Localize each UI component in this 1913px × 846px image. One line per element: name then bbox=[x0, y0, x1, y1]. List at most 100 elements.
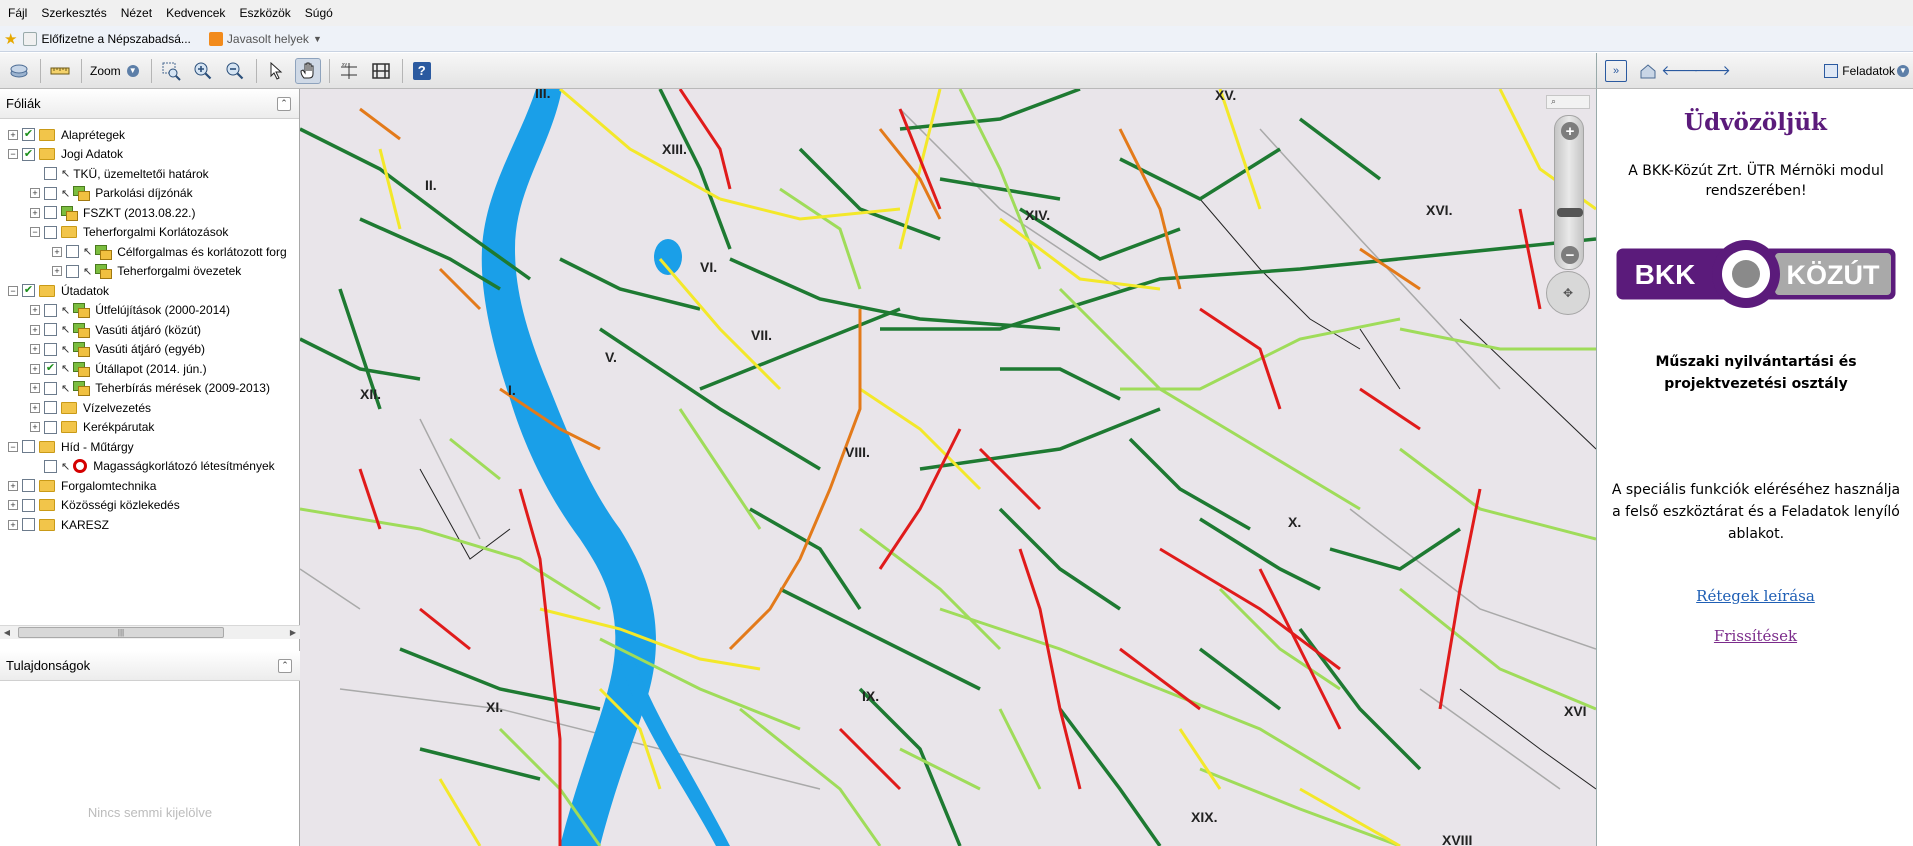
layer-visibility-checkbox[interactable] bbox=[22, 518, 35, 532]
zoom-rectangle-icon[interactable] bbox=[158, 58, 184, 84]
layer-visibility-checkbox[interactable] bbox=[22, 479, 35, 493]
expand-node-icon[interactable]: + bbox=[52, 246, 62, 257]
layer-tree-node[interactable]: ↖ TKÜ, üzemeltetői határok bbox=[0, 164, 299, 184]
expand-node-icon[interactable]: + bbox=[30, 363, 40, 374]
layer-tree-node[interactable]: + ↖ Vasúti átjáró (közút) bbox=[0, 320, 299, 340]
expand-node-icon[interactable]: + bbox=[52, 266, 62, 277]
scrollbar-thumb[interactable]: ||| bbox=[18, 627, 224, 638]
layer-visibility-checkbox[interactable] bbox=[44, 225, 57, 239]
coordinate-icon[interactable]: xy bbox=[336, 58, 362, 84]
menu-view[interactable]: Nézet bbox=[117, 6, 162, 20]
layer-visibility-checkbox[interactable] bbox=[66, 245, 79, 259]
zoom-slider-handle[interactable] bbox=[1557, 208, 1583, 217]
expand-node-icon[interactable]: + bbox=[8, 129, 18, 140]
expand-node-icon[interactable]: + bbox=[30, 383, 40, 394]
layer-tree-node[interactable]: + Kerékpárutak bbox=[0, 418, 299, 438]
layer-visibility-checkbox[interactable] bbox=[44, 186, 57, 200]
help-button[interactable]: ? bbox=[409, 58, 435, 84]
layer-tree-node[interactable]: + ↖ Parkolási díjzónák bbox=[0, 184, 299, 204]
layer-tree-node[interactable]: + ✔ ↖ Útállapot (2014. jún.) bbox=[0, 359, 299, 379]
menu-edit[interactable]: Szerkesztés bbox=[37, 6, 116, 20]
layer-visibility-checkbox[interactable] bbox=[44, 459, 57, 473]
favorite-link-nepszabadsag[interactable]: Előfizetne a Népszabadsá... bbox=[23, 31, 191, 46]
menu-help[interactable]: Súgó bbox=[301, 6, 343, 20]
layer-tree-node[interactable]: ↖ Magasságkorlátozó létesítmények bbox=[0, 457, 299, 477]
favorite-link-suggested-sites[interactable]: Javasolt helyek ▼ bbox=[208, 31, 322, 46]
zoom-plus-icon[interactable]: + bbox=[1561, 122, 1579, 140]
layer-tree-node[interactable]: + Vízelvezetés bbox=[0, 398, 299, 418]
collapse-node-icon[interactable]: − bbox=[8, 441, 18, 452]
layer-tree-node[interactable]: − ✔ Jogi Adatok bbox=[0, 145, 299, 165]
map-zoom-slider[interactable]: + − bbox=[1554, 115, 1584, 270]
layers-refresh-icon[interactable] bbox=[6, 58, 32, 84]
collapse-icon[interactable]: ⌃ bbox=[277, 96, 291, 111]
pan-control-icon[interactable]: ✥ bbox=[1546, 271, 1590, 315]
expand-node-icon[interactable]: + bbox=[30, 324, 40, 335]
layer-visibility-checkbox[interactable] bbox=[22, 498, 35, 512]
expand-node-icon[interactable]: + bbox=[30, 305, 40, 316]
home-icon[interactable] bbox=[1637, 60, 1659, 82]
map-search-input[interactable]: ⌕ bbox=[1546, 95, 1590, 109]
menu-tools[interactable]: Eszközök bbox=[235, 6, 300, 20]
layer-visibility-checkbox[interactable]: ✔ bbox=[22, 284, 35, 298]
layer-tree-node[interactable]: − ✔ Útadatok bbox=[0, 281, 299, 301]
favorites-star-icon[interactable]: ★ bbox=[4, 30, 17, 48]
expand-node-icon[interactable]: + bbox=[30, 207, 40, 218]
layer-description-link[interactable]: Rétegek leírása bbox=[1597, 587, 1913, 605]
layer-visibility-checkbox[interactable] bbox=[44, 342, 57, 356]
scroll-right-icon[interactable]: ▶ bbox=[286, 628, 300, 637]
collapse-node-icon[interactable]: − bbox=[30, 227, 40, 238]
layer-visibility-checkbox[interactable] bbox=[22, 440, 35, 454]
map-canvas[interactable]: III. II. XIII. XV. XIV. XVI. VI. VII. V.… bbox=[300, 89, 1596, 846]
layer-tree-node[interactable]: + FSZKT (2013.08.22.) bbox=[0, 203, 299, 223]
collapse-node-icon[interactable]: − bbox=[8, 285, 18, 296]
layer-tree-node[interactable]: − Híd - Műtárgy bbox=[0, 437, 299, 457]
expand-node-icon[interactable]: + bbox=[30, 402, 40, 413]
layer-tree-node[interactable]: − Teherforgalmi Korlátozások bbox=[0, 223, 299, 243]
layer-tree-node[interactable]: + ↖ Vasúti átjáró (egyéb) bbox=[0, 340, 299, 360]
layer-tree-node[interactable]: + ↖ Célforgalmas és korlátozott forg bbox=[0, 242, 299, 262]
layer-visibility-checkbox[interactable] bbox=[66, 264, 79, 278]
expand-node-icon[interactable]: + bbox=[30, 344, 40, 355]
tasks-dropdown[interactable]: Feladatok ▼ bbox=[1824, 63, 1909, 78]
horizontal-scrollbar[interactable]: ◀ ||| ▶ bbox=[0, 625, 300, 639]
expand-node-icon[interactable]: + bbox=[8, 519, 18, 530]
menu-favorites[interactable]: Kedvencek bbox=[162, 6, 235, 20]
layer-visibility-checkbox[interactable] bbox=[44, 303, 57, 317]
layer-tree-node[interactable]: + KARESZ bbox=[0, 515, 299, 535]
zoom-minus-icon[interactable]: − bbox=[1561, 246, 1579, 264]
zoom-dropdown[interactable]: Zoom ▼ bbox=[90, 64, 139, 78]
layer-tree-node[interactable]: + ↖ Teherbírás mérések (2009-2013) bbox=[0, 379, 299, 399]
layer-tree-node[interactable]: + ✔ Alaprétegek bbox=[0, 125, 299, 145]
forward-arrow-icon[interactable]: 🡒 bbox=[1693, 60, 1731, 82]
scroll-left-icon[interactable]: ◀ bbox=[0, 628, 14, 637]
pan-hand-icon[interactable] bbox=[294, 57, 321, 84]
select-arrow-icon[interactable] bbox=[263, 58, 289, 84]
layer-tree-node[interactable]: + Forgalomtechnika bbox=[0, 476, 299, 496]
expand-node-icon[interactable]: + bbox=[30, 188, 40, 199]
expand-node-icon[interactable]: + bbox=[30, 422, 40, 433]
measure-icon[interactable] bbox=[47, 58, 73, 84]
expand-node-icon[interactable]: + bbox=[8, 500, 18, 511]
layer-visibility-checkbox[interactable] bbox=[44, 323, 57, 337]
updates-link[interactable]: Frissítések bbox=[1597, 627, 1913, 645]
layer-tree-node[interactable]: + ↖ Teherforgalmi övezetek bbox=[0, 262, 299, 282]
layer-visibility-checkbox[interactable]: ✔ bbox=[22, 128, 35, 142]
back-arrow-icon[interactable]: 🡐 bbox=[1661, 60, 1699, 82]
layer-visibility-checkbox[interactable] bbox=[44, 420, 57, 434]
layer-visibility-checkbox[interactable] bbox=[44, 167, 57, 181]
layer-tree-node[interactable]: + ↖ Útfelújítások (2000-2014) bbox=[0, 301, 299, 321]
profile-icon[interactable] bbox=[368, 58, 394, 84]
expand-node-icon[interactable]: + bbox=[8, 480, 18, 491]
layer-visibility-checkbox[interactable] bbox=[44, 381, 57, 395]
layer-visibility-checkbox[interactable]: ✔ bbox=[22, 147, 35, 161]
layer-tree-node[interactable]: + Közösségi közlekedés bbox=[0, 496, 299, 516]
collapse-icon[interactable]: ⌃ bbox=[278, 658, 292, 673]
expand-panel-icon[interactable]: » bbox=[1605, 59, 1627, 82]
collapse-node-icon[interactable]: − bbox=[8, 149, 18, 160]
layer-visibility-checkbox[interactable] bbox=[44, 206, 57, 220]
layer-visibility-checkbox[interactable]: ✔ bbox=[44, 362, 57, 376]
menu-file[interactable]: Fájl bbox=[4, 6, 37, 20]
layer-visibility-checkbox[interactable] bbox=[44, 401, 57, 415]
zoom-in-icon[interactable] bbox=[190, 58, 216, 84]
